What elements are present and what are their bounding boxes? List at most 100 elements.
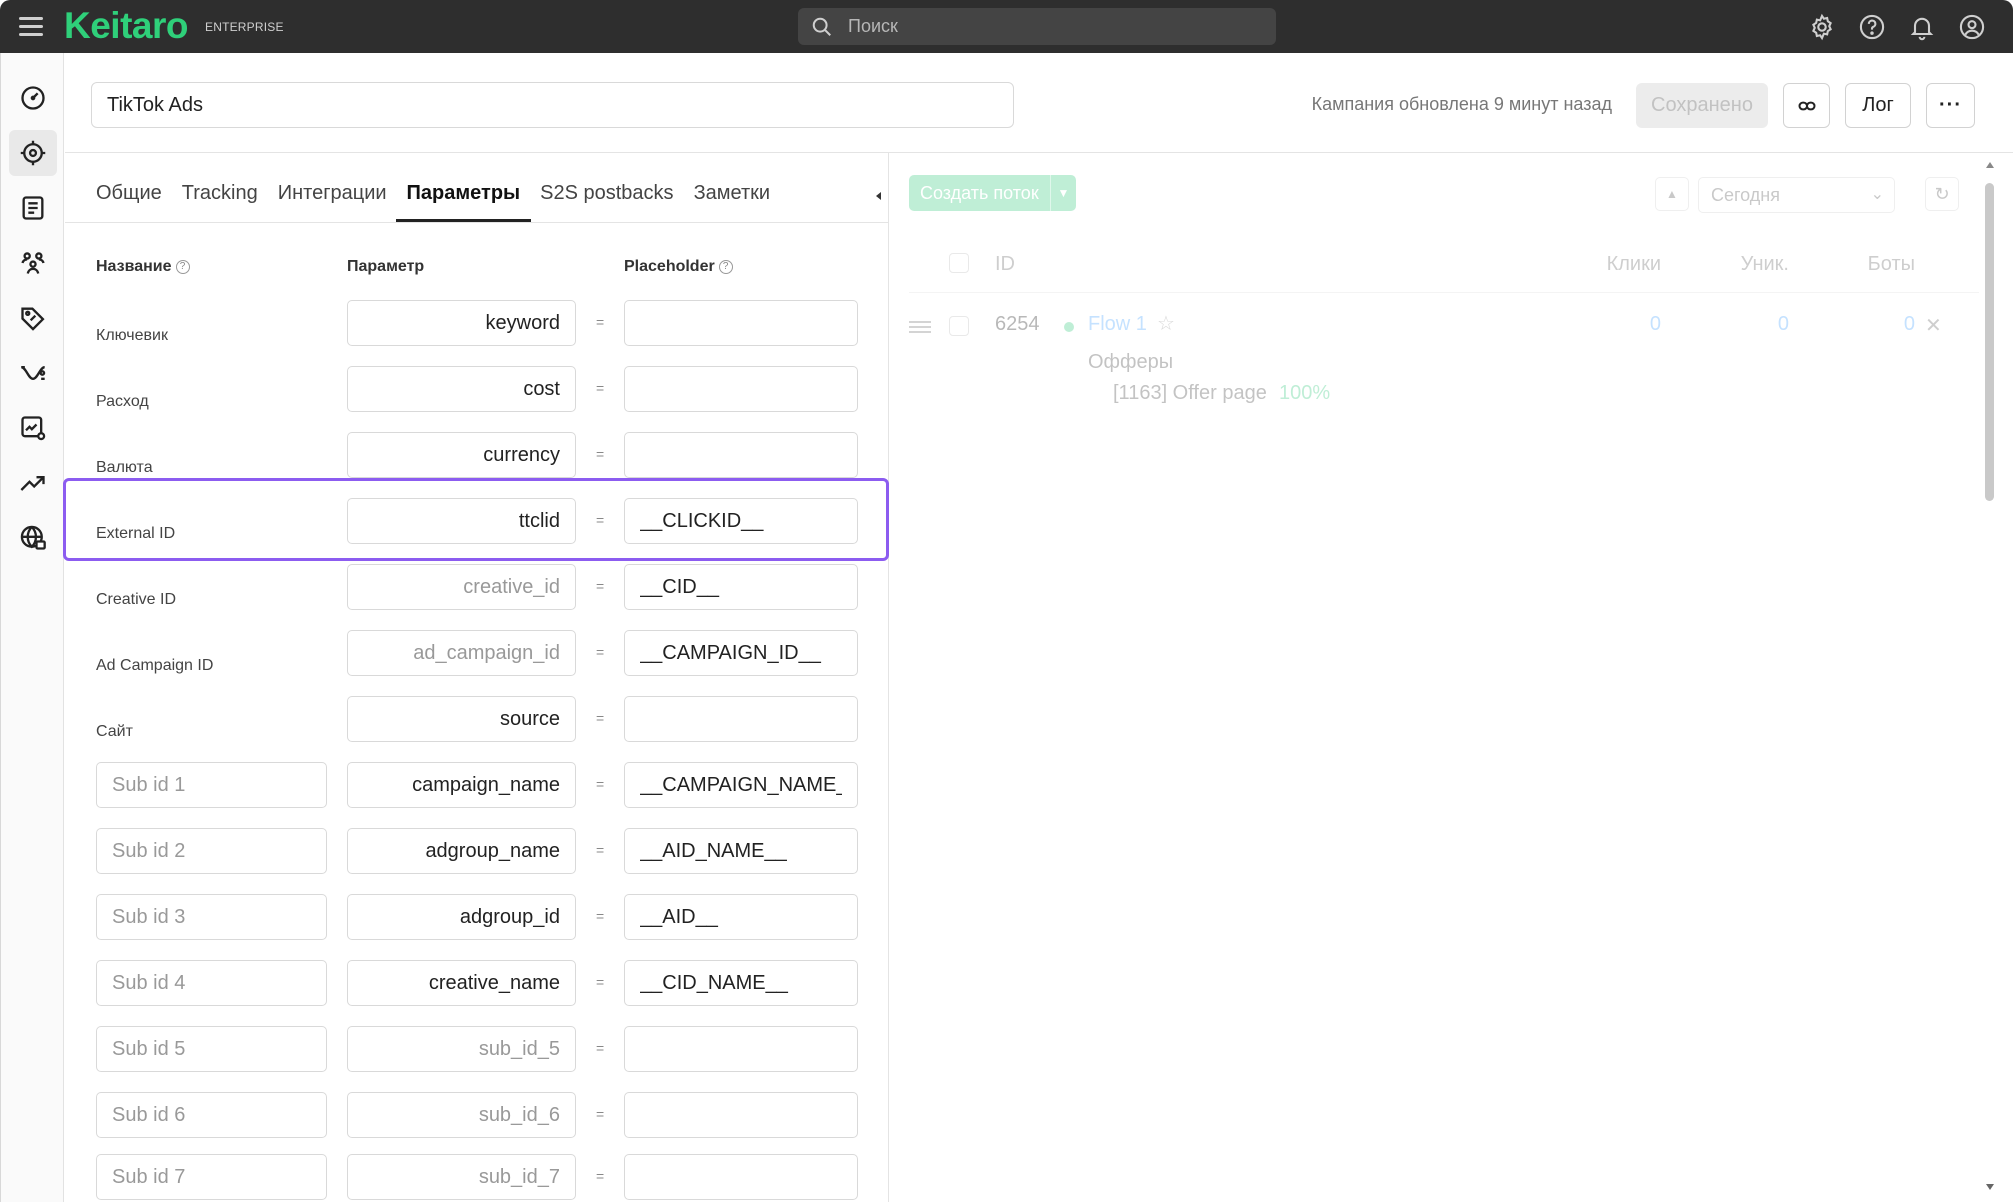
header-clicks: Клики — [1606, 253, 1661, 275]
placeholder-input[interactable] — [624, 828, 858, 874]
link-button[interactable] — [1783, 83, 1830, 128]
scroll-up-icon[interactable] — [1985, 161, 1995, 169]
offer-name[interactable]: [1163] Offer page — [1113, 382, 1267, 405]
tab-integrations[interactable]: Интеграции — [278, 172, 387, 222]
param-input[interactable] — [347, 960, 576, 1006]
rail-dashboard[interactable] — [9, 75, 57, 121]
placeholder-input[interactable] — [624, 762, 858, 808]
sub-id-input[interactable] — [96, 960, 327, 1006]
menu-icon[interactable] — [19, 17, 43, 36]
scroll-down-icon[interactable] — [1985, 1183, 1995, 1191]
help-icon[interactable]: ? — [175, 260, 190, 274]
landing-pages-icon — [22, 196, 44, 220]
tab-notes[interactable]: Заметки — [694, 172, 771, 222]
sub-id-input[interactable] — [96, 762, 327, 808]
collapse-panel-icon[interactable] — [872, 188, 884, 204]
search-box[interactable] — [798, 8, 1276, 45]
sub-id-input[interactable] — [96, 894, 327, 940]
campaign-name-input[interactable] — [91, 82, 1014, 128]
scrollbar-thumb[interactable] — [1985, 183, 1994, 501]
param-input[interactable] — [347, 894, 576, 940]
column-param-label: Параметр — [347, 258, 425, 275]
param-input[interactable] — [347, 762, 576, 808]
placeholder-input[interactable] — [624, 432, 858, 478]
param-input[interactable] — [347, 564, 576, 610]
equals-sign: = — [596, 314, 605, 330]
rail-affiliate-networks[interactable] — [9, 240, 57, 286]
placeholder-input[interactable] — [624, 300, 858, 346]
save-button[interactable]: Сохранено — [1636, 83, 1768, 128]
search-input[interactable] — [848, 8, 1258, 45]
close-icon[interactable]: ✕ — [1925, 313, 1942, 338]
flow-bots[interactable]: 0 — [1815, 313, 1915, 336]
placeholder-input[interactable] — [624, 498, 858, 544]
bell-icon[interactable] — [1908, 13, 1936, 41]
rail-landing-pages[interactable] — [9, 185, 57, 231]
sub-id-input[interactable] — [96, 1026, 327, 1072]
sub-id-input[interactable] — [96, 1154, 327, 1200]
param-input[interactable] — [347, 498, 576, 544]
tab-parameters[interactable]: Параметры — [395, 172, 531, 222]
param-input[interactable] — [347, 432, 576, 478]
refresh-icon: ↻ — [1934, 183, 1950, 204]
user-icon[interactable] — [1958, 13, 1986, 41]
more-button[interactable]: ··· — [1926, 83, 1975, 128]
sub-id-input[interactable] — [96, 828, 327, 874]
placeholder-input[interactable] — [624, 366, 858, 412]
help-icon[interactable]: ? — [718, 260, 733, 274]
chevron-down-icon: ⌄ — [1870, 186, 1884, 203]
param-row-sub-id-2: = — [0, 824, 888, 890]
param-input[interactable] — [347, 696, 576, 742]
param-input[interactable] — [347, 630, 576, 676]
equals-sign: = — [596, 776, 605, 792]
placeholder-input[interactable] — [624, 894, 858, 940]
placeholder-input[interactable] — [624, 1026, 858, 1072]
log-button[interactable]: Лог — [1845, 83, 1911, 128]
param-row-external-id: External ID = — [0, 494, 888, 560]
param-input[interactable] — [347, 300, 576, 346]
sort-button[interactable]: ▲ — [1655, 177, 1689, 211]
placeholder-input[interactable] — [624, 564, 858, 610]
param-input[interactable] — [347, 1154, 576, 1200]
help-icon[interactable] — [1858, 13, 1886, 41]
select-all-checkbox[interactable] — [949, 253, 969, 273]
placeholder-input[interactable] — [624, 1154, 858, 1200]
param-row-sub-id-5: = — [0, 1022, 888, 1088]
param-row-sub-id-1: = — [0, 758, 888, 824]
flow-unique[interactable]: 0 — [1689, 313, 1789, 336]
campaigns-icon — [20, 140, 46, 166]
placeholder-input[interactable] — [624, 696, 858, 742]
chevron-down-icon[interactable]: ▼ — [1050, 175, 1076, 211]
flow-clicks[interactable]: 0 — [1561, 313, 1661, 336]
param-input[interactable] — [347, 366, 576, 412]
param-row-site: Сайт = — [0, 692, 888, 758]
tab-tracking[interactable]: Tracking — [182, 172, 258, 222]
refresh-button[interactable]: ↻ — [1925, 177, 1959, 211]
param-input[interactable] — [347, 828, 576, 874]
rail-campaigns[interactable] — [9, 130, 57, 176]
drag-handle-icon[interactable] — [909, 321, 931, 333]
star-icon[interactable]: ☆ — [1157, 311, 1175, 336]
gear-icon[interactable] — [1808, 13, 1836, 41]
param-row-ad-campaign-id: Ad Campaign ID = — [0, 626, 888, 692]
equals-sign: = — [596, 380, 605, 396]
tab-general[interactable]: Общие — [96, 172, 162, 222]
row-checkbox[interactable] — [949, 316, 969, 336]
flow-name-link[interactable]: Flow 1 — [1088, 313, 1147, 336]
create-flow-label: Создать поток — [920, 182, 1039, 203]
equals-sign: = — [596, 644, 605, 660]
placeholder-input[interactable] — [624, 630, 858, 676]
sub-id-input[interactable] — [96, 1092, 327, 1138]
placeholder-input[interactable] — [624, 960, 858, 1006]
column-name: Название ? — [96, 258, 190, 276]
param-input[interactable] — [347, 1092, 576, 1138]
create-flow-button[interactable]: Создать поток ▼ — [909, 175, 1076, 211]
column-name-label: Название — [96, 258, 172, 275]
param-input[interactable] — [347, 1026, 576, 1072]
period-value: Сегодня — [1711, 185, 1780, 205]
period-select[interactable]: Сегодня ⌄ — [1698, 177, 1895, 213]
logo[interactable]: Keitaro — [64, 5, 188, 47]
param-row-creative-id: Creative ID = — [0, 560, 888, 626]
tab-s2s-postbacks[interactable]: S2S postbacks — [540, 172, 673, 222]
placeholder-input[interactable] — [624, 1092, 858, 1138]
